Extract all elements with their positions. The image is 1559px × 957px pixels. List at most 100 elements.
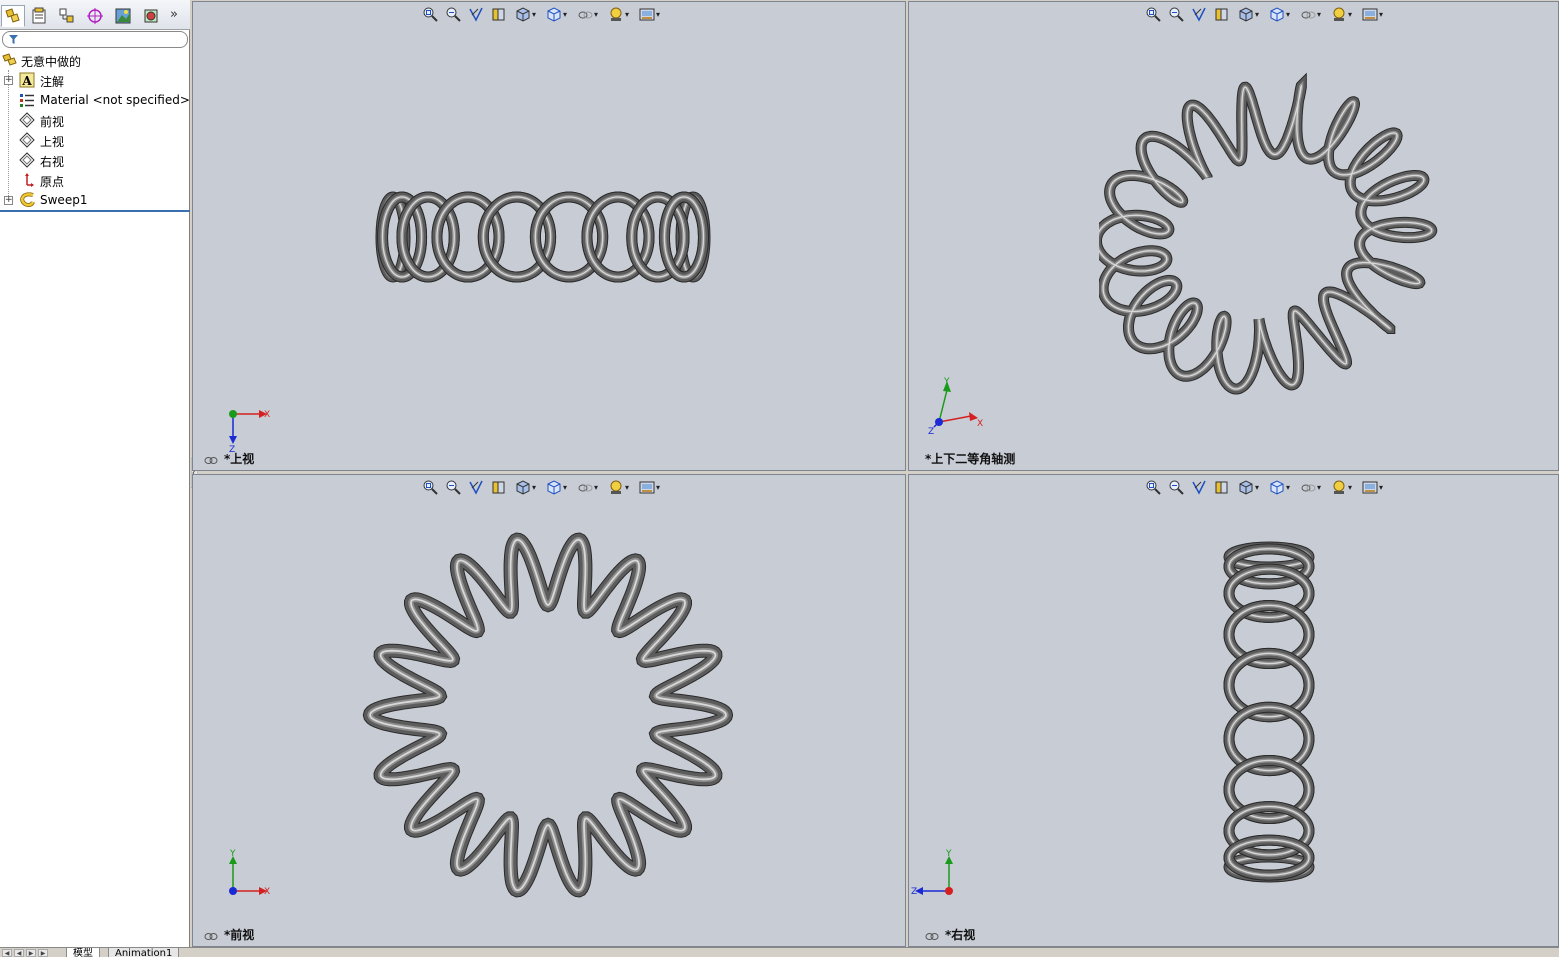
view-orientation-button[interactable] xyxy=(1235,5,1262,23)
section-view-button[interactable] xyxy=(1212,5,1231,23)
appearance-tab[interactable] xyxy=(139,5,163,27)
hide-show-icon xyxy=(1301,11,1316,19)
zoom-to-fit-button[interactable] xyxy=(420,5,439,23)
link-views-icon[interactable] xyxy=(925,932,939,941)
view-orientation-button[interactable] xyxy=(512,5,539,23)
previous-view-button[interactable] xyxy=(1189,478,1208,496)
display-style-button[interactable] xyxy=(543,5,570,23)
view-orientation-icon xyxy=(516,480,530,495)
view-orientation-button[interactable] xyxy=(1235,478,1262,496)
tree-item-label: 上视 xyxy=(40,135,65,149)
viewport-right[interactable]: Y Z *右视 xyxy=(908,474,1559,947)
zoom-to-area-button[interactable] xyxy=(443,478,462,496)
edit-appearance-button[interactable] xyxy=(605,478,632,496)
heads-up-view-toolbar xyxy=(420,4,663,24)
tree-item-label: 无意中做的 xyxy=(21,55,82,69)
previous-view-icon xyxy=(1191,7,1206,22)
view-name-label: *前视 xyxy=(224,928,255,942)
section-view-button[interactable] xyxy=(489,478,508,496)
apply-scene-button[interactable] xyxy=(636,478,663,496)
next-tab-icon[interactable]: ▶ xyxy=(26,949,36,957)
viewport-front[interactable]: Y X *前视 xyxy=(192,474,906,947)
viewport-dimetric[interactable]: Y X Z *上下二等角轴测 xyxy=(908,1,1559,471)
zoom-to-area-button[interactable] xyxy=(1166,5,1185,23)
previous-view-button[interactable] xyxy=(1189,5,1208,23)
hide-show-button[interactable] xyxy=(1297,478,1324,496)
display-style-button[interactable] xyxy=(1266,478,1293,496)
section-view-icon xyxy=(1215,481,1227,494)
apply-scene-button[interactable] xyxy=(1359,478,1386,496)
zoom-to-fit-button[interactable] xyxy=(420,478,439,496)
expand-icon[interactable]: + xyxy=(4,196,13,205)
tree-item-label: 右视 xyxy=(40,155,65,169)
link-views-icon[interactable] xyxy=(204,456,218,465)
tree-item-front-plane[interactable]: 前视 xyxy=(0,110,190,130)
expand-icon[interactable]: + xyxy=(4,76,13,85)
zoom-to-area-button[interactable] xyxy=(443,5,462,23)
display-style-icon xyxy=(1270,480,1284,495)
tree-item-origin[interactable]: 原点 xyxy=(0,170,190,190)
previous-view-button[interactable] xyxy=(466,478,485,496)
heads-up-view-toolbar xyxy=(420,477,663,497)
spring-model-right-view[interactable] xyxy=(1219,515,1319,910)
dimxpert-tab[interactable] xyxy=(83,5,107,27)
part-icon xyxy=(2,53,17,66)
section-view-button[interactable] xyxy=(489,5,508,23)
display-style-icon xyxy=(547,7,561,22)
tree-item-material[interactable]: Material <not specified> xyxy=(0,90,190,110)
section-view-icon xyxy=(492,481,504,494)
reference-triad: Y Z xyxy=(911,849,953,897)
tree-item-right-plane[interactable]: 右视 xyxy=(0,150,190,170)
tree-item-annotations[interactable]: + A 注解 xyxy=(0,70,190,90)
previous-view-button[interactable] xyxy=(466,5,485,23)
first-tab-icon[interactable]: ◀ xyxy=(2,949,12,957)
hide-show-button[interactable] xyxy=(574,5,601,23)
svg-text:X: X xyxy=(264,887,270,897)
zoom-to-fit-button[interactable] xyxy=(1143,478,1162,496)
edit-appearance-button[interactable] xyxy=(1328,5,1355,23)
tree-item-top-plane[interactable]: 上视 xyxy=(0,130,190,150)
tree-item-part[interactable]: 无意中做的 xyxy=(0,50,190,70)
spring-model-front-view[interactable] xyxy=(348,515,748,915)
prev-tab-icon[interactable]: ◀ xyxy=(14,949,24,957)
section-view-icon xyxy=(1215,8,1227,21)
apply-scene-icon xyxy=(1362,481,1378,494)
view-name-label: *右视 xyxy=(945,928,976,942)
previous-view-icon xyxy=(468,480,483,495)
propertymanager-tab[interactable] xyxy=(27,5,51,27)
spring-model-dimetric-view[interactable] xyxy=(1099,62,1439,412)
material-icon xyxy=(20,94,34,107)
section-view-button[interactable] xyxy=(1212,478,1231,496)
apply-scene-button[interactable] xyxy=(1359,5,1386,23)
zoom-to-area-icon xyxy=(446,480,461,495)
last-tab-icon[interactable]: ▶ xyxy=(38,949,48,957)
spring-model-top-view[interactable] xyxy=(353,187,733,287)
tree-item-label: 注解 xyxy=(40,75,65,89)
svg-text:X: X xyxy=(977,419,983,429)
tree-item-sweep1[interactable]: + Sweep1 xyxy=(0,190,190,210)
tab-model[interactable]: 模型 xyxy=(66,948,100,957)
zoom-to-fit-button[interactable] xyxy=(1143,5,1162,23)
hide-show-button[interactable] xyxy=(574,478,601,496)
hide-show-button[interactable] xyxy=(1297,5,1324,23)
tab-animation1[interactable]: Animation1 xyxy=(108,948,180,957)
display-manager-tab[interactable] xyxy=(111,5,135,27)
apply-scene-button[interactable] xyxy=(636,5,663,23)
link-views-icon[interactable] xyxy=(204,932,218,941)
view-name-label: *上下二等角轴测 xyxy=(925,452,1016,466)
configurationmanager-tab[interactable] xyxy=(55,5,79,27)
edit-appearance-button[interactable] xyxy=(1328,478,1355,496)
filter-input[interactable] xyxy=(21,33,181,46)
configurationmanager-icon xyxy=(59,8,74,23)
edit-appearance-button[interactable] xyxy=(605,5,632,23)
featuremanager-tab[interactable] xyxy=(1,5,25,27)
viewport-top[interactable]: X Z *上视 xyxy=(192,1,906,471)
display-style-button[interactable] xyxy=(1266,5,1293,23)
zoom-to-fit-icon xyxy=(423,480,438,495)
display-style-button[interactable] xyxy=(543,478,570,496)
more-tabs-icon[interactable]: » xyxy=(170,7,178,22)
svg-text:Z: Z xyxy=(928,427,934,436)
zoom-to-area-button[interactable] xyxy=(1166,478,1185,496)
view-orientation-button[interactable] xyxy=(512,478,539,496)
tree-filter xyxy=(2,31,188,48)
